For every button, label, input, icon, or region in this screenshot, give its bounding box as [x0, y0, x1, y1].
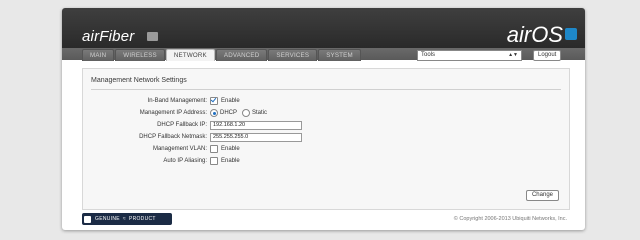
genuine-product-badge: GENUINE ≈ PRODUCT [82, 213, 172, 225]
change-button[interactable]: Change [525, 190, 559, 201]
mgmt-vlan-enable-label: Enable [221, 146, 240, 152]
airos-logo: airOS [506, 22, 563, 47]
header-bar: airFiber airOS [62, 8, 585, 48]
fallback-ip-label: DHCP Fallback IP: [157, 122, 207, 128]
tab-system[interactable]: SYSTEM [318, 49, 361, 61]
main-tabs: MAIN WIRELESS NETWORK ADVANCED SERVICES … [82, 49, 362, 61]
dhcp-radio-label: DHCP [220, 110, 238, 116]
row-auto-ip-aliasing: Auto IP Aliasing: Enable [83, 156, 569, 166]
mgmt-ip-label: Management IP Address: [139, 110, 207, 116]
section-title: Management Network Settings [91, 77, 187, 84]
lock-icon [84, 215, 91, 223]
inband-enable-label: Enable [221, 98, 240, 104]
product-logo: airFiber [82, 28, 135, 45]
settings-panel: Management Network Settings In-Band Mana… [82, 68, 570, 210]
auto-ip-enable-label: Enable [221, 158, 240, 164]
row-fallback-netmask: DHCP Fallback Netmask: 255.255.255.0 [83, 132, 569, 142]
inband-checkbox[interactable] [210, 97, 218, 105]
tab-network[interactable]: NETWORK [165, 49, 215, 61]
product-badge-icon [147, 32, 158, 41]
badge-genuine-text: GENUINE [95, 216, 120, 222]
app-window: airFiber airOS MAIN WIRELESS NETWORK ADV… [62, 8, 585, 230]
logout-button[interactable]: Logout [533, 50, 562, 61]
tab-main[interactable]: MAIN [82, 49, 115, 61]
tab-wireless[interactable]: WIRELESS [115, 49, 165, 61]
row-fallback-ip: DHCP Fallback IP: 192.168.1.20 [83, 120, 569, 130]
auto-ip-checkbox[interactable] [210, 157, 218, 165]
static-radio-label: Static [252, 110, 268, 116]
row-management-vlan: Management VLAN: Enable [83, 144, 569, 154]
tab-services[interactable]: SERVICES [268, 49, 318, 61]
dhcp-radio[interactable] [210, 109, 218, 117]
static-radio[interactable] [242, 109, 251, 117]
tools-dropdown[interactable]: Tools ▲▼ [417, 50, 522, 61]
tools-dropdown-value: Tools [421, 52, 436, 58]
fallback-ip-input[interactable]: 192.168.1.20 [210, 120, 302, 130]
row-inband-management: In-Band Management: Enable [83, 96, 569, 106]
fallback-netmask-input[interactable]: 255.255.255.0 [210, 132, 302, 142]
mgmt-vlan-label: Management VLAN: [152, 146, 207, 152]
fallback-netmask-label: DHCP Fallback Netmask: [139, 134, 207, 140]
badge-product-text: PRODUCT [128, 216, 156, 222]
section-divider [91, 89, 561, 90]
mgmt-vlan-checkbox[interactable] [210, 145, 218, 153]
inband-label: In-Band Management: [147, 98, 207, 104]
airos-badge-icon [565, 28, 577, 40]
tab-advanced[interactable]: ADVANCED [215, 49, 268, 61]
chevron-updown-icon: ▲▼ [508, 52, 518, 58]
auto-ip-label: Auto IP Aliasing: [163, 158, 207, 164]
copyright-text: © Copyright 2006-2013 Ubiquiti Networks,… [453, 216, 567, 222]
row-management-ip: Management IP Address: DHCP Static [83, 108, 569, 118]
ubnt-mark-icon: ≈ [122, 216, 126, 222]
